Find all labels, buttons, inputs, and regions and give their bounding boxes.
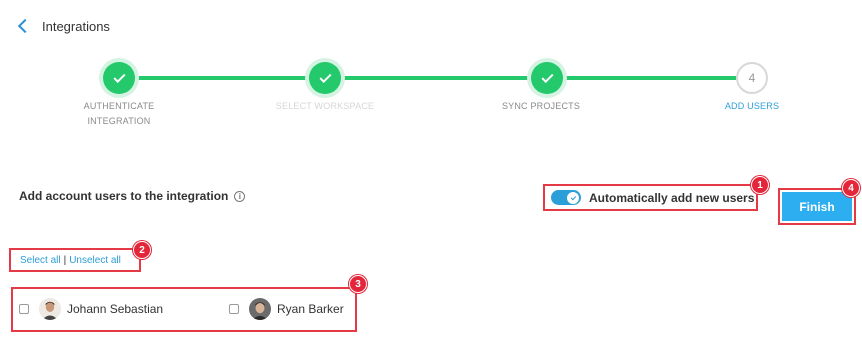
- step-4-label: ADD USERS: [724, 101, 780, 111]
- step-number: 4: [748, 71, 756, 85]
- step-label-line: AUTHENTICATE: [83, 101, 155, 111]
- step-3-circle: [531, 62, 563, 94]
- avatar: [249, 298, 271, 320]
- auto-add-toggle-row[interactable]: Automatically add new users: [543, 184, 758, 211]
- step-2-circle: [309, 62, 341, 94]
- step-3-label: SYNC PROJECTS: [501, 101, 581, 111]
- step-connector: [547, 76, 736, 80]
- annotation-badge-4: 4: [842, 179, 860, 197]
- toggle-knob: [567, 191, 579, 204]
- annotation-badge-3: 3: [349, 275, 367, 293]
- check-icon: [318, 70, 332, 83]
- user-checkbox[interactable]: [229, 304, 239, 314]
- step-4-circle: 4: [736, 62, 768, 94]
- step-connector: [119, 76, 325, 80]
- finish-button[interactable]: Finish: [782, 192, 852, 221]
- chevron-left-icon: [17, 18, 33, 34]
- user-name: Ryan Barker: [277, 302, 344, 316]
- user-checkbox[interactable]: [19, 304, 29, 314]
- section-heading: Add account users to the integration i: [19, 189, 246, 203]
- step-label-line: INTEGRATION: [87, 116, 151, 126]
- auto-add-toggle[interactable]: [551, 190, 581, 205]
- unselect-all-link[interactable]: Unselect all: [69, 255, 121, 266]
- annotation-badge-1: 1: [751, 176, 769, 194]
- page-title: Integrations: [42, 18, 110, 34]
- step-1-circle: [103, 62, 135, 94]
- progress-stepper: 4 AUTHENTICATE INTEGRATION SELECT WORKSP…: [0, 62, 862, 132]
- step-connector: [325, 76, 547, 80]
- step-2-label: SELECT WORKSPACE: [275, 101, 375, 111]
- back-link[interactable]: Integrations: [16, 16, 110, 36]
- user-name: Johann Sebastian: [67, 302, 164, 316]
- check-icon: [112, 70, 126, 83]
- list-item: Johann Sebastian: [19, 298, 163, 320]
- check-icon: [540, 70, 554, 83]
- avatar-image: [39, 298, 61, 320]
- avatar: [39, 298, 61, 320]
- info-icon[interactable]: i: [234, 190, 246, 202]
- link-separator: |: [63, 254, 67, 266]
- auto-add-label: Automatically add new users: [589, 190, 755, 205]
- avatar-image: [249, 298, 271, 320]
- add-users-label: Add account users to the integration: [19, 189, 229, 203]
- select-all-link[interactable]: Select all: [20, 255, 61, 266]
- list-item: Ryan Barker: [229, 298, 344, 320]
- annotation-badge-2: 2: [133, 241, 151, 259]
- user-list: Johann Sebastian Ryan Barker: [11, 287, 357, 332]
- check-icon: [570, 194, 576, 200]
- step-1-label: AUTHENTICATE INTEGRATION: [49, 99, 189, 129]
- selection-links: Select all | Unselect all: [9, 248, 141, 272]
